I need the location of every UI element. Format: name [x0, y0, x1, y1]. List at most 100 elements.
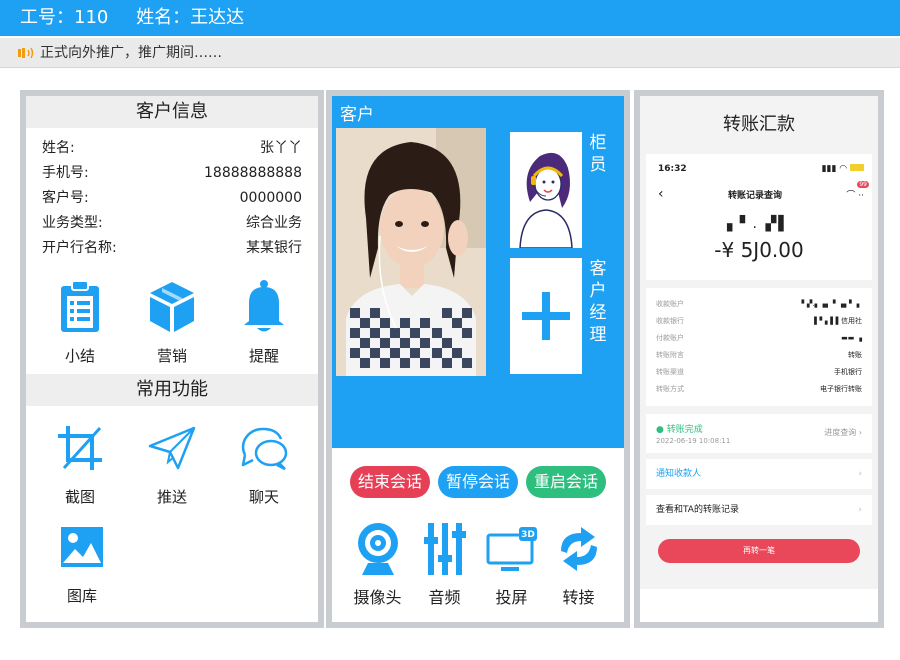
detail-row: 付款账户 ▬▬ ▗ [656, 334, 862, 342]
chat-button[interactable]: 聊天 [218, 416, 310, 507]
bell-icon [244, 280, 284, 332]
customer-photo [336, 128, 486, 376]
manager-label: 客户经理 [589, 259, 607, 345]
restart-session-button[interactable]: 重启会话 [526, 466, 607, 498]
customer-info-title: 客户信息 [26, 96, 318, 128]
common-functions-grid-row2: 图库 [26, 515, 318, 606]
speaker-icon [18, 47, 34, 59]
video-area: 客户 柜员 客户经理 [332, 96, 624, 448]
marketing-button[interactable]: 营销 [126, 275, 218, 366]
screenshot-button[interactable]: 截图 [34, 416, 126, 507]
info-value: 综合业务 [246, 215, 302, 231]
info-label: 开户行名称: [42, 240, 117, 256]
notice-bar: 正式向外推广，推广期间…… [0, 38, 900, 68]
svg-text:3D: 3D [521, 530, 535, 540]
detail-row: 收款银行 ▌▘▖▌▌信用社 [656, 317, 862, 325]
gallery-label: 图库 [66, 587, 97, 605]
transfer-icon [560, 527, 597, 571]
plus-icon[interactable] [510, 258, 582, 374]
notify-payee-row[interactable]: 通知收款人 › [646, 459, 872, 489]
info-row-name: 姓名: 张丫丫 [42, 136, 302, 161]
info-label: 姓名: [42, 140, 75, 156]
box-icon [150, 282, 194, 332]
clipboard-icon [61, 280, 99, 332]
transfer-details: 收款账户 ▘▞.▖▗▖ ▘▗▖▘ ▖ 收款银行 ▌▘▖▌▌信用社 付款账户 ▬▬ ▗ … [646, 288, 872, 406]
reminder-button[interactable]: 提醒 [218, 275, 310, 366]
equalizer-icon [423, 523, 466, 575]
customer-video-feed [336, 128, 486, 376]
phone-status-bar: 16:32 ▮▮▮ ◠ [646, 154, 872, 174]
chevron-right-icon: › [858, 469, 862, 479]
pause-session-button[interactable]: 暂停会话 [437, 466, 518, 498]
info-value: 18888888888 [204, 165, 302, 181]
push-button[interactable]: 推送 [126, 416, 218, 507]
transfer-title: 转账汇款 [640, 96, 878, 154]
transfer-amount: -¥ 5J0.00 [714, 238, 804, 262]
info-row-bank: 开户行名称: 某某银行 [42, 236, 302, 261]
customer-info-list: 姓名: 张丫丫 手机号: 18888888888 客户号: 0000000 业务类型:… [26, 128, 318, 261]
info-value: 张丫丫 [260, 140, 302, 156]
camera-label: 摄像头 [353, 588, 402, 607]
info-row-phone: 手机号: 18888888888 [42, 161, 302, 186]
audio-button[interactable]: 音频 [414, 520, 476, 608]
session-buttons: 结束会话 暂停会话 重启会话 [332, 466, 624, 498]
employee-id: 工号：110 [20, 7, 109, 28]
transfer-header-card: 16:32 ▮▮▮ ◠ ‹ 转账记录查询 ⌒ ·· 99 ▖▘. ▞▌ -¥ 5J… [646, 154, 872, 280]
detail-row: 转账方式 电子银行转账 [656, 385, 862, 393]
gallery-button[interactable]: 图库 [34, 515, 130, 606]
info-label: 客户号: [42, 190, 89, 206]
teller-video [510, 132, 582, 249]
phone-screenshot: 16:32 ▮▮▮ ◠ ‹ 转账记录查询 ⌒ ·· 99 ▖▘. ▞▌ -¥ 5J… [640, 154, 878, 589]
detail-row: 转账渠道 手机银行 [656, 368, 862, 376]
video-title: 客户 [340, 105, 374, 125]
checkered-shirt [346, 284, 476, 376]
detail-row: 收款账户 ▘▞.▖▗▖ ▘▗▖▘ ▖ [656, 300, 862, 308]
info-row-customer-no: 客户号: 0000000 [42, 186, 302, 211]
teller-avatar-icon [519, 152, 573, 249]
notice-text: 正式向外推广，推广期间…… [40, 45, 222, 61]
image-icon [61, 527, 103, 567]
end-session-button[interactable]: 结束会话 [349, 466, 430, 498]
info-value: 某某银行 [246, 240, 302, 256]
top-bar: 工号：110 姓名：王达达 [0, 0, 900, 36]
customer-actions: 小结 营销 提醒 [26, 275, 318, 366]
info-label: 业务类型: [42, 215, 103, 231]
signal-battery-icon: ▮▮▮ ◠ [822, 164, 864, 174]
info-value: 0000000 [239, 190, 302, 206]
push-label: 推送 [156, 488, 187, 506]
transfer-again-button[interactable]: 再转一笔 [658, 539, 860, 563]
screen-cast-button[interactable]: 3D 投屏 [481, 520, 543, 608]
notify-payee-link: 通知收款人 [656, 469, 702, 479]
chat-icon [241, 427, 288, 471]
audio-label: 音频 [428, 588, 461, 607]
view-records-row[interactable]: 查看和TA的转账记录 › [646, 495, 872, 525]
teller-label: 柜员 [589, 133, 607, 175]
nav-title: 转账记录查询 [728, 190, 783, 201]
webcam-icon [357, 523, 398, 575]
payee-name-blurred: ▖▘. ▞▌ [727, 216, 791, 232]
phone-time: 16:32 [658, 164, 687, 174]
screen-3d-icon: 3D [486, 527, 537, 571]
info-row-business-type: 业务类型: 综合业务 [42, 211, 302, 236]
screenshot-label: 截图 [64, 488, 95, 506]
camera-button[interactable]: 摄像头 [347, 520, 409, 608]
video-tools: 摄像头 音频 3D 投屏 转接 [332, 520, 624, 608]
info-label: 手机号: [42, 165, 89, 181]
summary-label: 小结 [64, 347, 95, 365]
transfer-amount-area: ▖▘. ▞▌ -¥ 5J0.00 [646, 202, 872, 280]
transfer-panel: 转账汇款 16:32 ▮▮▮ ◠ ‹ 转账记录查询 ⌒ ·· 99 ▖▘. ▞▌ … [634, 90, 884, 628]
summary-button[interactable]: 小结 [34, 275, 126, 366]
headset-more-icon[interactable]: ⌒ ·· 99 [846, 180, 869, 201]
screen-cast-label: 投屏 [495, 588, 528, 607]
status-time: 2022-06-19 10:08:11 [656, 437, 731, 445]
back-icon[interactable]: ‹ [658, 186, 664, 202]
crop-icon [58, 426, 102, 470]
progress-query-link[interactable]: 进度查询 › [824, 422, 862, 445]
transfer-label: 转接 [562, 588, 595, 607]
phone-nav-bar: ‹ 转账记录查询 ⌒ ·· 99 [646, 174, 872, 202]
transfer-button[interactable]: 转接 [548, 520, 610, 608]
paper-plane-icon [148, 426, 196, 470]
employee-name: 姓名：王达达 [136, 7, 245, 28]
reminder-label: 提醒 [248, 347, 279, 365]
notification-badge: 99 [857, 180, 869, 188]
